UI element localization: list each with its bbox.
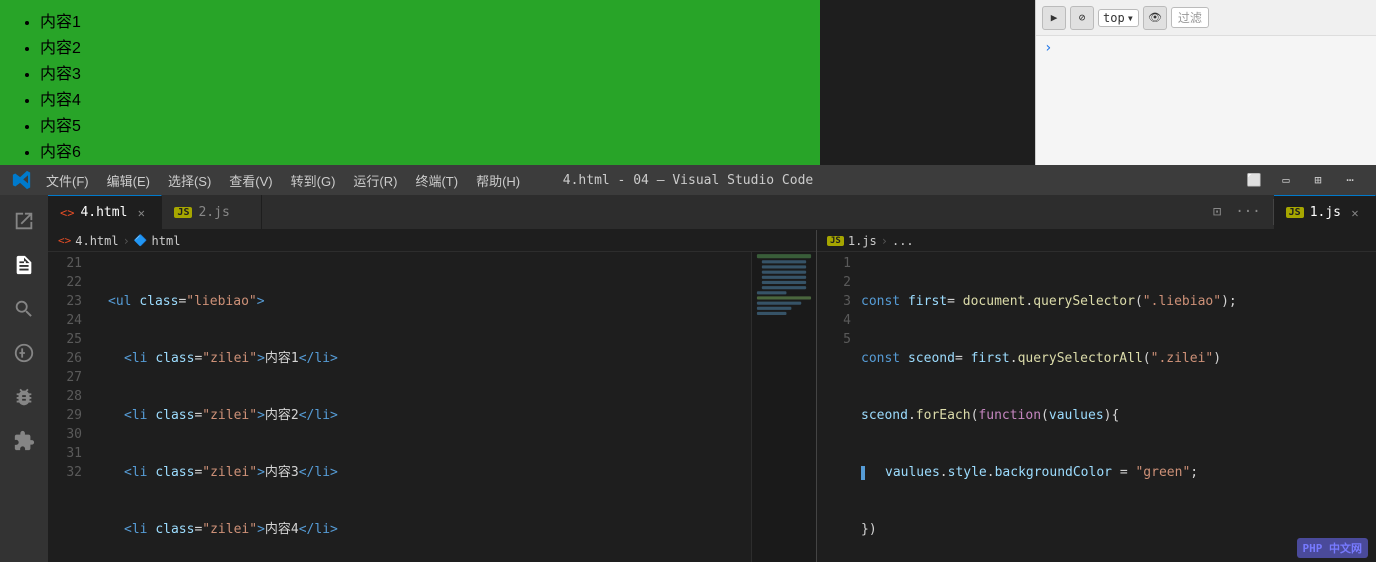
activity-debug-icon[interactable] — [6, 379, 42, 415]
breadcrumb-filename[interactable]: 4.html — [75, 234, 118, 248]
activity-files-icon[interactable] — [6, 247, 42, 283]
tab-close-1js[interactable]: ✕ — [1347, 205, 1363, 221]
activity-git-icon[interactable] — [6, 335, 42, 371]
left-line-numbers: 21222324 25262728 29303132 — [48, 252, 92, 562]
list-item: 内容6 — [40, 140, 800, 166]
breadcrumb-js-dots: ... — [892, 234, 914, 248]
menu-select[interactable]: 选择(S) — [160, 167, 219, 194]
breadcrumb-js-filename[interactable]: 1.js — [848, 234, 877, 248]
editors-container: <> 4.html ✕ JS 2.js ⊡ ··· JS 1.js — [48, 195, 1376, 562]
activity-explorer-icon[interactable] — [6, 203, 42, 239]
split-editor-btn[interactable]: ⊡ — [1209, 202, 1225, 222]
right-breadcrumb: JS 1.js › ... — [817, 230, 1376, 252]
tab-4html[interactable]: <> 4.html ✕ — [48, 195, 162, 229]
menu-terminal[interactable]: 终端(T) — [407, 167, 466, 194]
js-file-icon: JS — [174, 207, 192, 218]
tab-1js[interactable]: JS 1.js ✕ — [1274, 195, 1376, 229]
activity-bar — [0, 195, 48, 562]
window-title: 4.html - 04 – Visual Studio Code — [563, 173, 813, 188]
left-minimap — [751, 252, 816, 562]
tab-label-4html: 4.html — [80, 205, 127, 220]
devtools-context-select[interactable]: top ▾ — [1098, 9, 1139, 27]
tabs-actions-left: ⊡ ··· — [1201, 195, 1273, 229]
list-item: 内容1 — [40, 10, 800, 36]
two-pane-editors: <> 4.html › 🔷 html 21222324 25262728 293… — [48, 230, 1376, 562]
vscode-area: 文件(F) 编辑(E) 选择(S) 查看(V) 转到(G) 运行(R) 终端(T… — [0, 165, 1376, 562]
list-item: 内容2 — [40, 36, 800, 62]
menu-help[interactable]: 帮助(H) — [468, 167, 528, 194]
preview-list: 内容1 内容2 内容3 内容4 内容5 内容6 — [20, 10, 800, 166]
devtools-stop-btn[interactable]: ⊘ — [1070, 6, 1094, 30]
breadcrumb-element[interactable]: html — [152, 234, 181, 248]
window-controls: ⬜ ▭ ⊞ ⋯ — [1240, 170, 1364, 190]
list-item: 内容5 — [40, 114, 800, 140]
js-file-icon-right: JS — [1286, 207, 1304, 218]
devtools-filter-input[interactable]: 过滤 — [1171, 7, 1209, 28]
browser-preview: 内容1 内容2 内容3 内容4 内容5 内容6 — [0, 0, 820, 165]
left-code-content[interactable]: <ul class="liebiao"> <li class="zilei">内… — [92, 252, 751, 562]
devtools-play-btn[interactable]: ▶ — [1042, 6, 1066, 30]
menu-file[interactable]: 文件(F) — [38, 167, 97, 194]
menu-run[interactable]: 运行(R) — [345, 167, 405, 194]
titlebar: 文件(F) 编辑(E) 选择(S) 查看(V) 转到(G) 运行(R) 终端(T… — [0, 165, 1376, 195]
activity-extensions-icon[interactable] — [6, 423, 42, 459]
tabs-bar: <> 4.html ✕ JS 2.js ⊡ ··· JS 1.js — [48, 195, 1376, 230]
left-editor-pane: <> 4.html › 🔷 html 21222324 25262728 293… — [48, 230, 816, 562]
devtools-eye-btn[interactable]: 👁 — [1143, 6, 1167, 30]
right-line-numbers: 12345 — [817, 252, 861, 562]
vscode-logo-icon — [12, 170, 32, 190]
window-more-btn[interactable]: ⋯ — [1336, 170, 1364, 190]
activity-search-icon[interactable] — [6, 291, 42, 327]
html-tag-icon: 🔷 — [134, 234, 148, 247]
menu-goto[interactable]: 转到(G) — [283, 167, 344, 194]
tab-label-2js: 2.js — [198, 205, 229, 220]
tab-label-1js: 1.js — [1310, 205, 1341, 220]
chevron-down-icon: ▾ — [1127, 11, 1134, 25]
right-editor-pane: JS 1.js › ... 12345 const first = docume… — [816, 230, 1376, 562]
menu-view[interactable]: 查看(V) — [221, 167, 280, 194]
minimap-visual — [752, 252, 816, 562]
devtools-arrow[interactable]: › — [1036, 36, 1376, 60]
titlebar-left: 文件(F) 编辑(E) 选择(S) 查看(V) 转到(G) 运行(R) 终端(T… — [12, 167, 528, 194]
tab-close-4html[interactable]: ✕ — [133, 205, 149, 221]
breadcrumb-separator: › — [123, 234, 130, 248]
editor-layout: <> 4.html ✕ JS 2.js ⊡ ··· JS 1.js — [0, 195, 1376, 562]
context-label: top — [1103, 11, 1125, 25]
html-file-icon: <> — [60, 206, 74, 220]
left-breadcrumb: <> 4.html › 🔷 html — [48, 230, 816, 252]
breadcrumb-sep-right: › — [881, 234, 888, 248]
window-split-btn[interactable]: ▭ — [1272, 170, 1300, 190]
menu-edit[interactable]: 编辑(E) — [99, 167, 158, 194]
right-code-editor[interactable]: 12345 const first = document.querySelect… — [817, 252, 1376, 562]
right-code-content[interactable]: const first = document.querySelector(".l… — [861, 252, 1376, 562]
devtools-toolbar: ▶ ⊘ top ▾ 👁 过滤 — [1036, 0, 1376, 36]
devtools-panel: ▶ ⊘ top ▾ 👁 过滤 › — [1035, 0, 1376, 165]
more-actions-btn[interactable]: ··· — [1231, 202, 1264, 222]
window-grid-btn[interactable]: ⊞ — [1304, 170, 1332, 190]
js-breadcrumb-icon: JS — [827, 236, 844, 246]
list-item: 内容3 — [40, 62, 800, 88]
html-breadcrumb-icon: <> — [58, 234, 71, 247]
window-layout-btn[interactable]: ⬜ — [1240, 170, 1268, 190]
list-item: 内容4 — [40, 88, 800, 114]
php-logo: PHP 中文网 — [1297, 538, 1369, 558]
left-code-editor[interactable]: 21222324 25262728 29303132 <ul class="li… — [48, 252, 816, 562]
tab-2js[interactable]: JS 2.js — [162, 195, 262, 229]
